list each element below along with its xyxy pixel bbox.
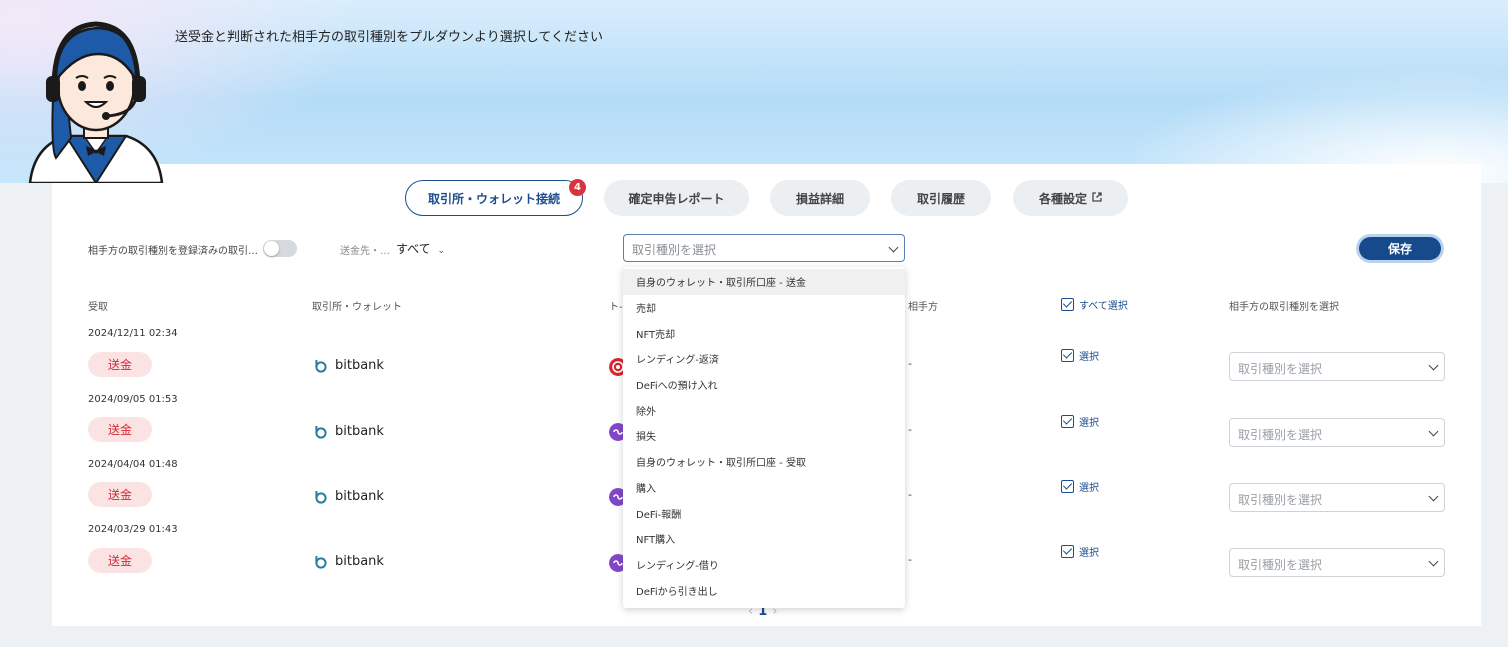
dropdown-option[interactable]: 売却 — [623, 295, 905, 321]
registered-filter-toggle[interactable] — [263, 240, 297, 257]
counterparty-type-placeholder: 取引種別を選択 — [1238, 558, 1323, 572]
row-select-label: 選択 — [1079, 548, 1099, 559]
dropdown-option[interactable]: NFT購入 — [623, 526, 905, 552]
checkbox-checked-icon — [1061, 480, 1074, 493]
exchange-name: bitbank — [314, 554, 384, 569]
exchange-name: bitbank — [314, 358, 384, 373]
tab-tax-report-label: 確定申告レポート — [628, 191, 725, 206]
transaction-type-placeholder: 取引種別を選択 — [632, 243, 717, 257]
dropdown-option[interactable]: DeFiへの預け入れ — [623, 372, 905, 398]
transfer-type-badge: 送金 — [88, 548, 152, 573]
bitbank-logo-icon — [315, 490, 327, 504]
counterparty-value: - — [908, 357, 912, 370]
exchange-label: bitbank — [335, 554, 384, 569]
support-operator-mascot — [28, 21, 164, 183]
counterparty-value: - — [908, 488, 912, 501]
destination-filter-select[interactable]: すべて ⌄ — [396, 240, 445, 257]
counterparty-type-select[interactable]: 取引種別を選択 — [1229, 548, 1445, 577]
transfer-type-badge: 送金 — [88, 482, 152, 507]
transaction-type-dropdown: 自身のウォレット・取引所口座 - 送金 売却 NFT売却 レンディング-返済 D… — [623, 267, 905, 608]
row-date: 2024/09/05 01:53 — [88, 394, 178, 405]
checkbox-checked-icon — [1061, 415, 1074, 428]
transaction-type-select[interactable]: 取引種別を選択 — [623, 234, 905, 262]
row-date: 2024/12/11 02:34 — [88, 328, 178, 339]
tab-tax-report[interactable]: 確定申告レポート — [604, 180, 749, 216]
transfer-type-badge: 送金 — [88, 417, 152, 442]
exchange-label: bitbank — [335, 424, 384, 439]
header-counterparty: 相手方 — [908, 302, 938, 313]
dropdown-option[interactable]: 購入 — [623, 475, 905, 501]
instruction-message: 送受金と判断された相手方の取引種別をプルダウンより選択してください — [175, 30, 603, 45]
dropdown-option[interactable]: DeFi-報酬 — [623, 500, 905, 526]
tab-pnl-detail[interactable]: 損益詳細 — [770, 180, 870, 216]
tab-settings-label: 各種設定 — [1038, 191, 1087, 206]
header-received: 受取 — [88, 302, 108, 313]
counterparty-value: - — [908, 423, 912, 436]
counterparty-type-placeholder: 取引種別を選択 — [1238, 362, 1323, 376]
dropdown-option[interactable]: レンディング-返済 — [623, 346, 905, 372]
checkbox-checked-icon — [1061, 349, 1074, 362]
counterparty-type-select[interactable]: 取引種別を選択 — [1229, 352, 1445, 381]
bitbank-logo-icon — [315, 555, 327, 569]
header-exchange: 取引所・ウォレット — [312, 302, 402, 313]
chevron-down-icon — [888, 242, 899, 253]
row-select-checkbox[interactable]: 選択 — [1061, 348, 1099, 363]
select-all-checkbox[interactable]: すべて選択 — [1061, 297, 1128, 312]
row-date: 2024/03/29 01:43 — [88, 524, 178, 535]
bitbank-logo-icon — [315, 425, 327, 439]
dropdown-option[interactable]: DeFiから引き出し — [623, 577, 905, 603]
tab-pnl-detail-label: 損益詳細 — [795, 191, 844, 206]
dropdown-option[interactable]: 自身のウォレット・取引所口座 - 送金 — [623, 269, 905, 295]
counterparty-type-select[interactable]: 取引種別を選択 — [1229, 418, 1445, 447]
dropdown-option[interactable]: レンディング-借り — [623, 552, 905, 578]
counterparty-type-placeholder: 取引種別を選択 — [1238, 428, 1323, 442]
row-date: 2024/04/04 01:48 — [88, 459, 178, 470]
transfer-type-badge: 送金 — [88, 352, 152, 377]
chevron-down-icon — [1428, 426, 1439, 437]
chevron-down-icon — [1428, 556, 1439, 567]
save-button[interactable]: 保存 — [1359, 237, 1441, 260]
row-select-label: 選択 — [1079, 352, 1099, 363]
counterparty-type-placeholder: 取引種別を選択 — [1238, 493, 1323, 507]
counterparty-type-select[interactable]: 取引種別を選択 — [1229, 483, 1445, 512]
counterparty-value: - — [908, 553, 912, 566]
tab-exchange-wallet[interactable]: 取引所・ウォレット接続 4 — [405, 179, 586, 216]
checkbox-checked-icon — [1061, 298, 1074, 311]
dropdown-option[interactable]: NFT売却 — [623, 320, 905, 346]
exchange-label: bitbank — [335, 358, 384, 373]
header-token: ト- — [609, 302, 623, 313]
row-select-checkbox[interactable]: 選択 — [1061, 414, 1099, 429]
select-all-label: すべて選択 — [1079, 301, 1128, 312]
header-counterparty-type: 相手方の取引種別を選択 — [1229, 302, 1339, 313]
dropdown-option[interactable]: 損失 — [623, 423, 905, 449]
row-select-label: 選択 — [1079, 483, 1099, 494]
bitbank-logo-icon — [315, 359, 327, 373]
chevron-down-icon — [1428, 491, 1439, 502]
tab-settings[interactable]: 各種設定 — [1013, 180, 1128, 216]
chevron-down-icon — [1428, 360, 1439, 371]
chevron-down-icon: ⌄ — [437, 246, 446, 256]
destination-filter-value: すべて — [396, 242, 431, 256]
header-banner: 送受金と判断された相手方の取引種別をプルダウンより選択してください — [0, 0, 1508, 183]
notification-badge: 4 — [569, 179, 586, 196]
row-select-label: 選択 — [1079, 418, 1099, 429]
registered-filter-label: 相手方の取引種別を登録済みの取引… — [88, 246, 258, 257]
exchange-name: bitbank — [314, 424, 384, 439]
dropdown-option[interactable]: 除外 — [623, 397, 905, 423]
row-select-checkbox[interactable]: 選択 — [1061, 544, 1099, 559]
external-link-icon — [1092, 191, 1102, 205]
checkbox-checked-icon — [1061, 545, 1074, 558]
exchange-name: bitbank — [314, 489, 384, 504]
exchange-label: bitbank — [335, 489, 384, 504]
tab-history-label: 取引履歴 — [916, 191, 965, 206]
dropdown-option[interactable]: 自身のウォレット・取引所口座 - 受取 — [623, 449, 905, 475]
tab-exchange-wallet-label: 取引所・ウォレット接続 — [427, 191, 560, 206]
destination-filter-label: 送金先・… — [340, 246, 390, 257]
row-select-checkbox[interactable]: 選択 — [1061, 479, 1099, 494]
tab-history[interactable]: 取引履歴 — [891, 180, 991, 216]
